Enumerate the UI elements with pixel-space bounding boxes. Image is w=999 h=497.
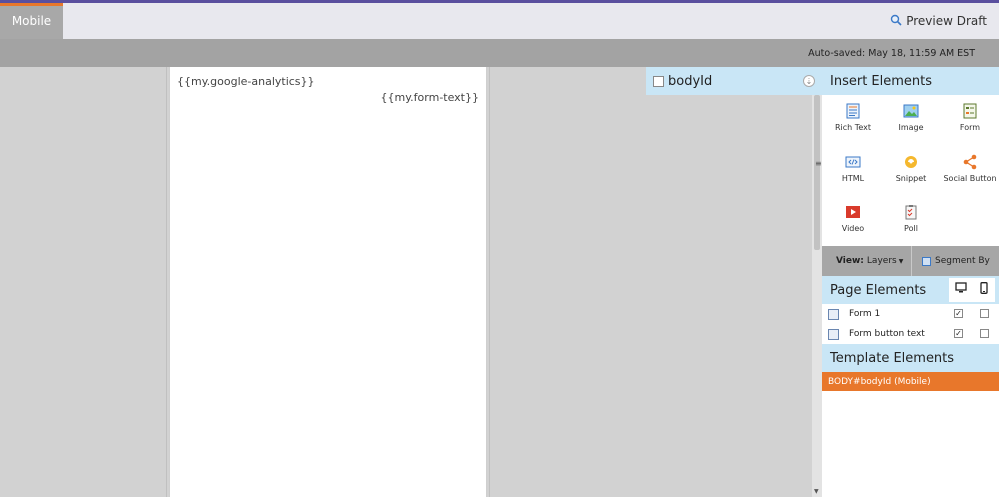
page-element-row[interactable]: Form 1 ✓	[822, 304, 999, 324]
insert-image[interactable]: Image	[882, 103, 940, 132]
desktop-icon[interactable]	[954, 282, 967, 298]
image-icon	[903, 103, 919, 119]
element-select-checkbox[interactable]	[653, 75, 664, 87]
selected-element-bar[interactable]: bodyId ⇣	[646, 67, 822, 95]
video-icon	[845, 204, 861, 220]
preview-draft-button[interactable]: Preview Draft	[890, 3, 987, 39]
selected-element-label: bodyId	[668, 73, 713, 89]
status-bar: Auto-saved: May 18, 11:59 AM EST	[0, 39, 999, 67]
panel-scrollbar[interactable]: ≡ ▼	[812, 95, 822, 497]
insert-video-label: Video	[841, 224, 865, 233]
insert-snippet-label: Snippet	[895, 174, 927, 183]
scrollbar-thumb[interactable]	[814, 95, 820, 250]
mobile-visibility-checkbox[interactable]	[980, 329, 989, 338]
insert-social-button-label: Social Button	[943, 174, 997, 183]
share-icon	[962, 154, 978, 170]
segment-icon	[922, 256, 931, 266]
poll-icon	[903, 204, 919, 220]
top-toolbar: Mobile Preview Draft	[0, 3, 999, 39]
template-elements-header: Template Elements	[822, 344, 999, 372]
template-element-row[interactable]: BODY#bodyId (Mobile)	[822, 372, 999, 391]
form-icon	[962, 103, 978, 119]
text-element-icon	[828, 328, 839, 340]
view-dropdown[interactable]: View: Layers ▼	[822, 246, 911, 276]
tab-mobile[interactable]: Mobile	[0, 3, 63, 39]
autosave-status: Auto-saved: May 18, 11:59 AM EST	[808, 47, 975, 59]
mobile-icon[interactable]	[978, 282, 990, 298]
preview-draft-label: Preview Draft	[906, 14, 987, 28]
insert-rich-text[interactable]: Rich Text	[824, 103, 882, 132]
segment-by-button[interactable]: Segment By	[912, 246, 999, 276]
html-icon	[845, 154, 861, 170]
view-label: View:	[836, 256, 864, 266]
insert-form-label: Form	[959, 123, 981, 132]
snippet-icon	[903, 154, 919, 170]
insert-image-label: Image	[898, 123, 924, 132]
insert-html-label: HTML	[841, 174, 865, 183]
view-value: Layers	[866, 256, 897, 266]
insert-elements-header: Insert Elements	[822, 67, 999, 95]
page-element-label: Form 1	[849, 309, 881, 319]
page-element-row[interactable]: Form button text ✓	[822, 324, 999, 344]
caret-down-icon: ▼	[898, 257, 904, 265]
form-element-icon	[828, 308, 839, 320]
mobile-page[interactable]: {{my.google-analytics}} {{my.form-text}}	[169, 67, 487, 497]
search-icon	[890, 14, 902, 29]
device-columns	[949, 278, 995, 302]
editor-canvas[interactable]: {{my.google-analytics}} {{my.form-text}}	[0, 67, 812, 497]
desktop-visibility-checkbox[interactable]: ✓	[954, 329, 963, 338]
insert-html[interactable]: HTML	[824, 154, 882, 183]
page-element-label: Form button text	[849, 329, 925, 339]
view-toolbar: View: Layers ▼ Segment By	[822, 246, 999, 276]
right-panel: Insert Elements Rich Text Image Form HTM…	[822, 67, 999, 497]
mobile-visibility-checkbox[interactable]	[980, 309, 989, 318]
insert-poll[interactable]: Poll	[882, 204, 940, 233]
insert-poll-label: Poll	[904, 224, 918, 233]
insert-rich-text-label: Rich Text	[835, 123, 871, 132]
desktop-visibility-checkbox[interactable]: ✓	[954, 309, 963, 318]
canvas-guide-left	[166, 67, 167, 497]
insert-form[interactable]: Form	[941, 103, 999, 132]
canvas-guide-right	[489, 67, 490, 497]
segment-by-label: Segment By	[935, 256, 990, 266]
token-google-analytics[interactable]: {{my.google-analytics}}	[177, 75, 315, 88]
scroll-down-icon[interactable]: ▼	[814, 488, 819, 495]
grip-icon: ≡	[815, 159, 822, 168]
insert-video[interactable]: Video	[824, 204, 882, 233]
rich-text-icon	[845, 103, 861, 119]
token-form-text[interactable]: {{my.form-text}}	[381, 91, 479, 104]
page-elements-header: Page Elements	[822, 276, 999, 304]
insert-social-button[interactable]: Social Button	[941, 154, 999, 183]
insert-snippet[interactable]: Snippet	[882, 154, 940, 183]
page-elements-title: Page Elements	[830, 282, 927, 298]
download-icon[interactable]: ⇣	[803, 75, 815, 87]
